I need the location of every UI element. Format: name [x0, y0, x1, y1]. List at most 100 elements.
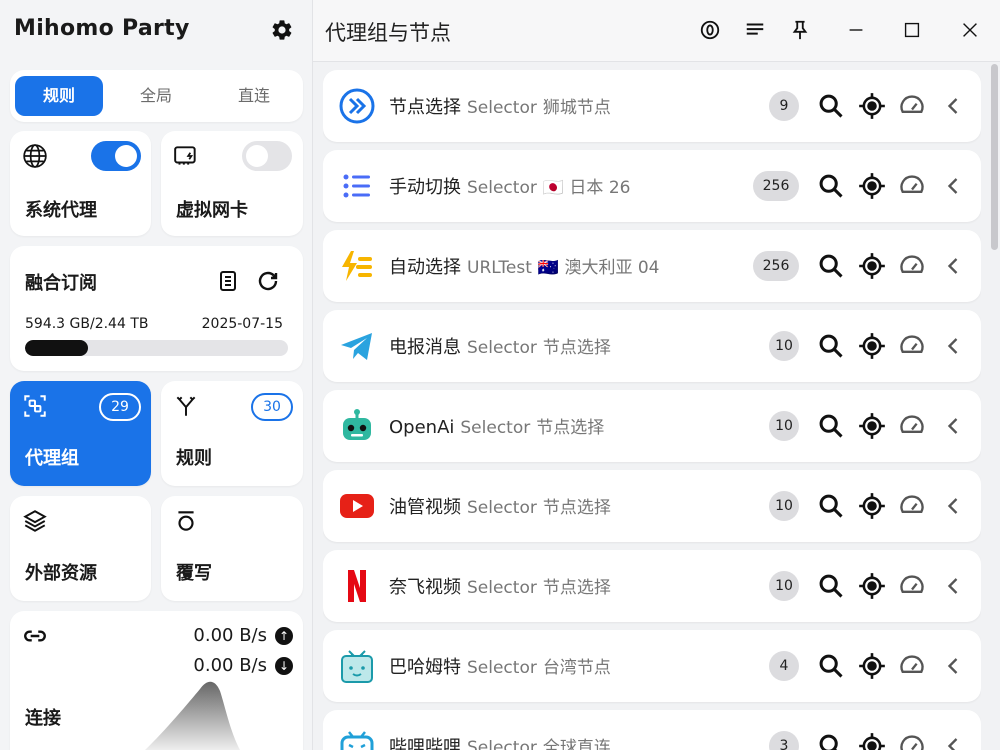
proxy-group-type: Selector: [467, 98, 537, 118]
speedometer-icon[interactable]: [898, 92, 926, 120]
document-icon[interactable]: [216, 269, 240, 293]
search-icon[interactable]: [817, 252, 845, 280]
chevron-left-icon[interactable]: [939, 332, 967, 360]
chevron-left-icon[interactable]: [939, 92, 967, 120]
proxy-groups-card[interactable]: 29 代理组: [10, 381, 151, 486]
proxy-group-row[interactable]: 奈飞视频 Selector 节点选择 10: [323, 550, 981, 622]
search-icon[interactable]: [817, 332, 845, 360]
proxy-group-title: 节点选择 Selector 狮城节点: [389, 93, 611, 119]
speedometer-icon[interactable]: [898, 412, 926, 440]
chevron-left-icon[interactable]: [939, 172, 967, 200]
mode-rule-tab[interactable]: 规则: [15, 76, 103, 116]
mode-direct-tab[interactable]: 直连: [210, 76, 298, 116]
pin-icon[interactable]: [789, 19, 811, 41]
app-title: Mihomo Party: [14, 16, 190, 41]
proxy-group-row[interactable]: 节点选择 Selector 狮城节点 9: [323, 70, 981, 142]
tun-toggle[interactable]: [242, 141, 292, 171]
proxy-groups-label: 代理组: [25, 448, 79, 469]
locate-icon[interactable]: [858, 492, 886, 520]
subscription-card[interactable]: 融合订阅 594.3 GB/2.44 TB 2025-07-15: [10, 246, 303, 371]
proxy-group-count: 4: [769, 651, 799, 681]
proxy-group-name: 电报消息: [389, 337, 461, 358]
chevron-left-icon[interactable]: [939, 252, 967, 280]
locate-icon[interactable]: [858, 252, 886, 280]
locate-icon[interactable]: [858, 572, 886, 600]
gear-icon[interactable]: [270, 18, 294, 42]
zero-circle-icon[interactable]: [699, 19, 721, 41]
chevron-left-icon[interactable]: [939, 572, 967, 600]
proxy-group-name: 自动选择: [389, 257, 461, 278]
speedometer-icon[interactable]: [898, 172, 926, 200]
rules-card[interactable]: 30 规则: [161, 381, 303, 486]
search-icon[interactable]: [817, 572, 845, 600]
subscription-usage: 594.3 GB/2.44 TB: [25, 316, 149, 332]
locate-icon[interactable]: [858, 172, 886, 200]
proxy-group-row[interactable]: 自动选择 URLTest 🇦🇺 澳大利亚 04 256: [323, 230, 981, 302]
system-proxy-label: 系统代理: [25, 200, 97, 221]
proxy-group-type: Selector: [467, 578, 537, 598]
proxy-group-name: 手动切换: [389, 177, 461, 198]
chevron-left-icon[interactable]: [939, 492, 967, 520]
proxy-group-row[interactable]: 巴哈姆特 Selector 台湾节点 4: [323, 630, 981, 702]
resources-card[interactable]: 外部资源: [10, 496, 151, 601]
proxy-group-count: 10: [769, 331, 799, 361]
bahamut-icon: [339, 648, 375, 684]
speedometer-icon[interactable]: [898, 492, 926, 520]
proxy-group-current-node: 节点选择: [542, 578, 611, 598]
proxy-group-type: Selector: [467, 658, 537, 678]
refresh-icon[interactable]: [256, 269, 280, 293]
search-icon[interactable]: [817, 652, 845, 680]
upload-speed: 0.00 B/s ↑: [193, 625, 293, 646]
mode-global-tab[interactable]: 全局: [112, 76, 200, 116]
speedometer-icon[interactable]: [898, 732, 926, 750]
locate-icon[interactable]: [858, 732, 886, 750]
speedometer-icon[interactable]: [898, 332, 926, 360]
speedometer-icon[interactable]: [898, 252, 926, 280]
search-icon[interactable]: [817, 92, 845, 120]
locate-icon[interactable]: [858, 412, 886, 440]
proxy-group-name: 巴哈姆特: [389, 657, 461, 678]
scrollbar[interactable]: [991, 64, 998, 250]
locate-icon[interactable]: [858, 652, 886, 680]
layers-icon: [23, 510, 47, 532]
speedometer-icon[interactable]: [898, 572, 926, 600]
proxy-group-title: 手动切换 Selector 🇯🇵 日本 26: [389, 173, 630, 199]
proxy-group-row[interactable]: OpenAi Selector 节点选择 10: [323, 390, 981, 462]
double-chevron-circle-icon: [339, 88, 375, 124]
connections-card[interactable]: 0.00 B/s ↑ 0.00 B/s ↓ 连接: [10, 611, 303, 750]
proxy-group-current-node: 狮城节点: [542, 98, 611, 118]
menu-lines-icon[interactable]: [744, 19, 766, 41]
maximize-icon[interactable]: [901, 19, 923, 41]
minimize-icon[interactable]: [845, 19, 867, 41]
rules-count: 30: [251, 393, 293, 421]
titlebar: 代理组与节点: [313, 0, 1000, 62]
proxy-group-row[interactable]: 电报消息 Selector 节点选择 10: [323, 310, 981, 382]
system-proxy-card[interactable]: 系统代理: [10, 131, 151, 236]
locate-icon[interactable]: [858, 332, 886, 360]
chevron-left-icon[interactable]: [939, 652, 967, 680]
system-proxy-toggle[interactable]: [91, 141, 141, 171]
chevron-left-icon[interactable]: [939, 732, 967, 750]
chevron-left-icon[interactable]: [939, 412, 967, 440]
link-icon: [24, 630, 46, 642]
proxy-group-type: Selector: [467, 498, 537, 518]
search-icon[interactable]: [817, 412, 845, 440]
proxy-group-row[interactable]: 手动切换 Selector 🇯🇵 日本 26 256: [323, 150, 981, 222]
proxy-group-count: 10: [769, 571, 799, 601]
proxy-group-current-node: 节点选择: [542, 498, 611, 518]
proxy-group-current-node: 全球直连: [542, 738, 611, 750]
search-icon[interactable]: [817, 732, 845, 750]
proxy-group-name: 哔哩哔哩: [389, 737, 461, 750]
search-icon[interactable]: [817, 172, 845, 200]
proxy-group-row[interactable]: 哔哩哔哩 Selector 全球直连 3: [323, 710, 981, 750]
locate-icon[interactable]: [858, 92, 886, 120]
proxy-group-count: 3: [769, 731, 799, 750]
proxy-group-type: Selector: [467, 738, 537, 750]
override-card[interactable]: 覆写: [161, 496, 303, 601]
proxy-group-row[interactable]: 油管视频 Selector 节点选择 10: [323, 470, 981, 542]
search-icon[interactable]: [817, 492, 845, 520]
speedometer-icon[interactable]: [898, 652, 926, 680]
tun-card[interactable]: 虚拟网卡: [161, 131, 303, 236]
main-panel: 代理组与节点 节点选择 Selector 狮城节点 9 手动切换 Selector 🇯🇵 日…: [313, 0, 1000, 750]
close-icon[interactable]: [959, 19, 981, 41]
